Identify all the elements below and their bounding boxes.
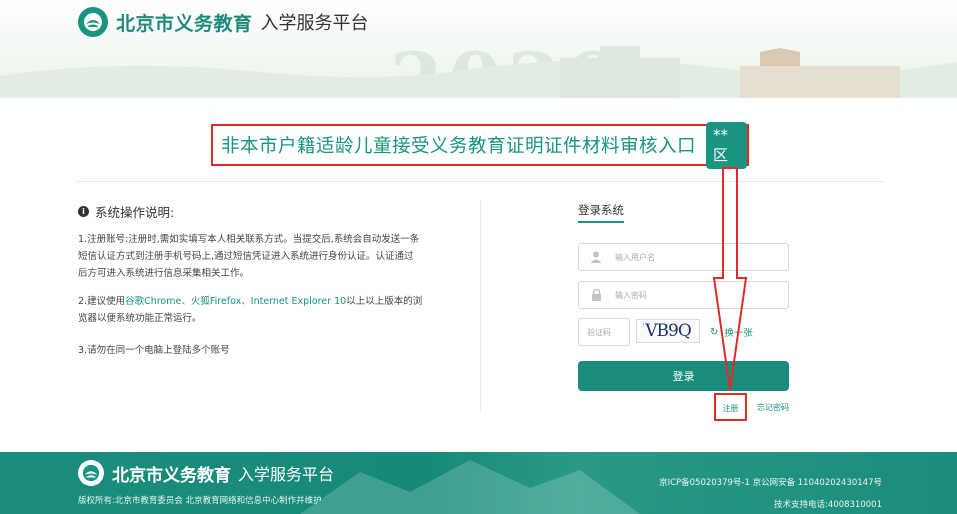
page-title: 非本市户籍适龄儿童接受义务教育证明证件材料审核入口 <box>221 136 697 157</box>
instruction-item-1: 1.注册账号:注册时,需如实填写本人相关联系方式。当提交后,系统会自动发送一条短… <box>78 234 420 279</box>
footer-brand-subtitle: 入学服务平台 <box>238 465 335 484</box>
header-banner: 2020 北京市义务教育 入学服务平台 <box>0 0 957 98</box>
page-title-box: 非本市户籍适龄儿童接受义务教育证明证件材料审核入口 **区 <box>211 121 749 169</box>
info-icon: i <box>78 206 89 217</box>
footer-copyright: 版权所有:北京市教育委员会 北京教育网络和信息中心制作并维护 <box>78 496 322 506</box>
footer-brand: 北京市义务教育 入学服务平台 <box>78 460 334 486</box>
instruction-2-prefix: 2.建议使用 <box>78 296 126 307</box>
site-brand[interactable]: 北京市义务教育 入学服务平台 <box>78 7 369 37</box>
brand-subtitle: 入学服务平台 <box>260 13 369 34</box>
lock-icon <box>589 288 603 302</box>
footer: 北京市义务教育 入学服务平台 版权所有:北京市教育委员会 北京教育网络和信息中心… <box>0 452 957 514</box>
register-label: 注册 <box>722 404 739 413</box>
password-field[interactable] <box>578 281 789 309</box>
title-divider <box>75 181 883 182</box>
captcha-image[interactable]: ' VB9Q <box>636 319 700 343</box>
footer-logo-icon <box>78 460 104 486</box>
annotation-arrow <box>712 167 748 391</box>
login-button[interactable]: 登录 <box>578 361 789 391</box>
register-link[interactable]: 注册 <box>714 393 747 421</box>
captcha-noise-mark: ' <box>642 323 645 333</box>
instructions-title: 系统操作说明: <box>95 205 175 220</box>
instruction-item-2: 2.建议使用谷歌Chrome、火狐Firefox、Internet Explor… <box>78 293 423 327</box>
captcha-text: VB9Q <box>645 321 692 341</box>
footer-support-phone: 技术支持电话:4008310001 <box>774 500 882 510</box>
instruction-item-3: 3.请勿在同一个电脑上登陆多个账号 <box>78 345 230 356</box>
logo-icon <box>78 7 108 37</box>
district-badge: **区 <box>706 121 747 169</box>
captcha-input[interactable] <box>587 327 627 337</box>
browser-list-link: 谷歌Chrome、火狐Firefox、Internet Explorer 10 <box>125 296 347 307</box>
captcha-field[interactable] <box>578 318 630 346</box>
banner-landscape <box>0 46 957 98</box>
user-icon <box>589 250 603 264</box>
username-field[interactable] <box>578 243 789 271</box>
footer-brand-name: 北京市义务教育 <box>112 465 231 486</box>
footer-icp: 京ICP备05020379号-1 京公网安备 11040202430147号 <box>659 478 882 488</box>
login-title-underline <box>578 221 624 223</box>
forgot-password-link[interactable]: 忘记密码 <box>757 402 789 413</box>
column-divider <box>480 200 481 412</box>
brand-name: 北京市义务教育 <box>116 12 253 35</box>
login-title: 登录系统 <box>578 203 624 217</box>
instructions-heading: i 系统操作说明: <box>78 202 174 221</box>
